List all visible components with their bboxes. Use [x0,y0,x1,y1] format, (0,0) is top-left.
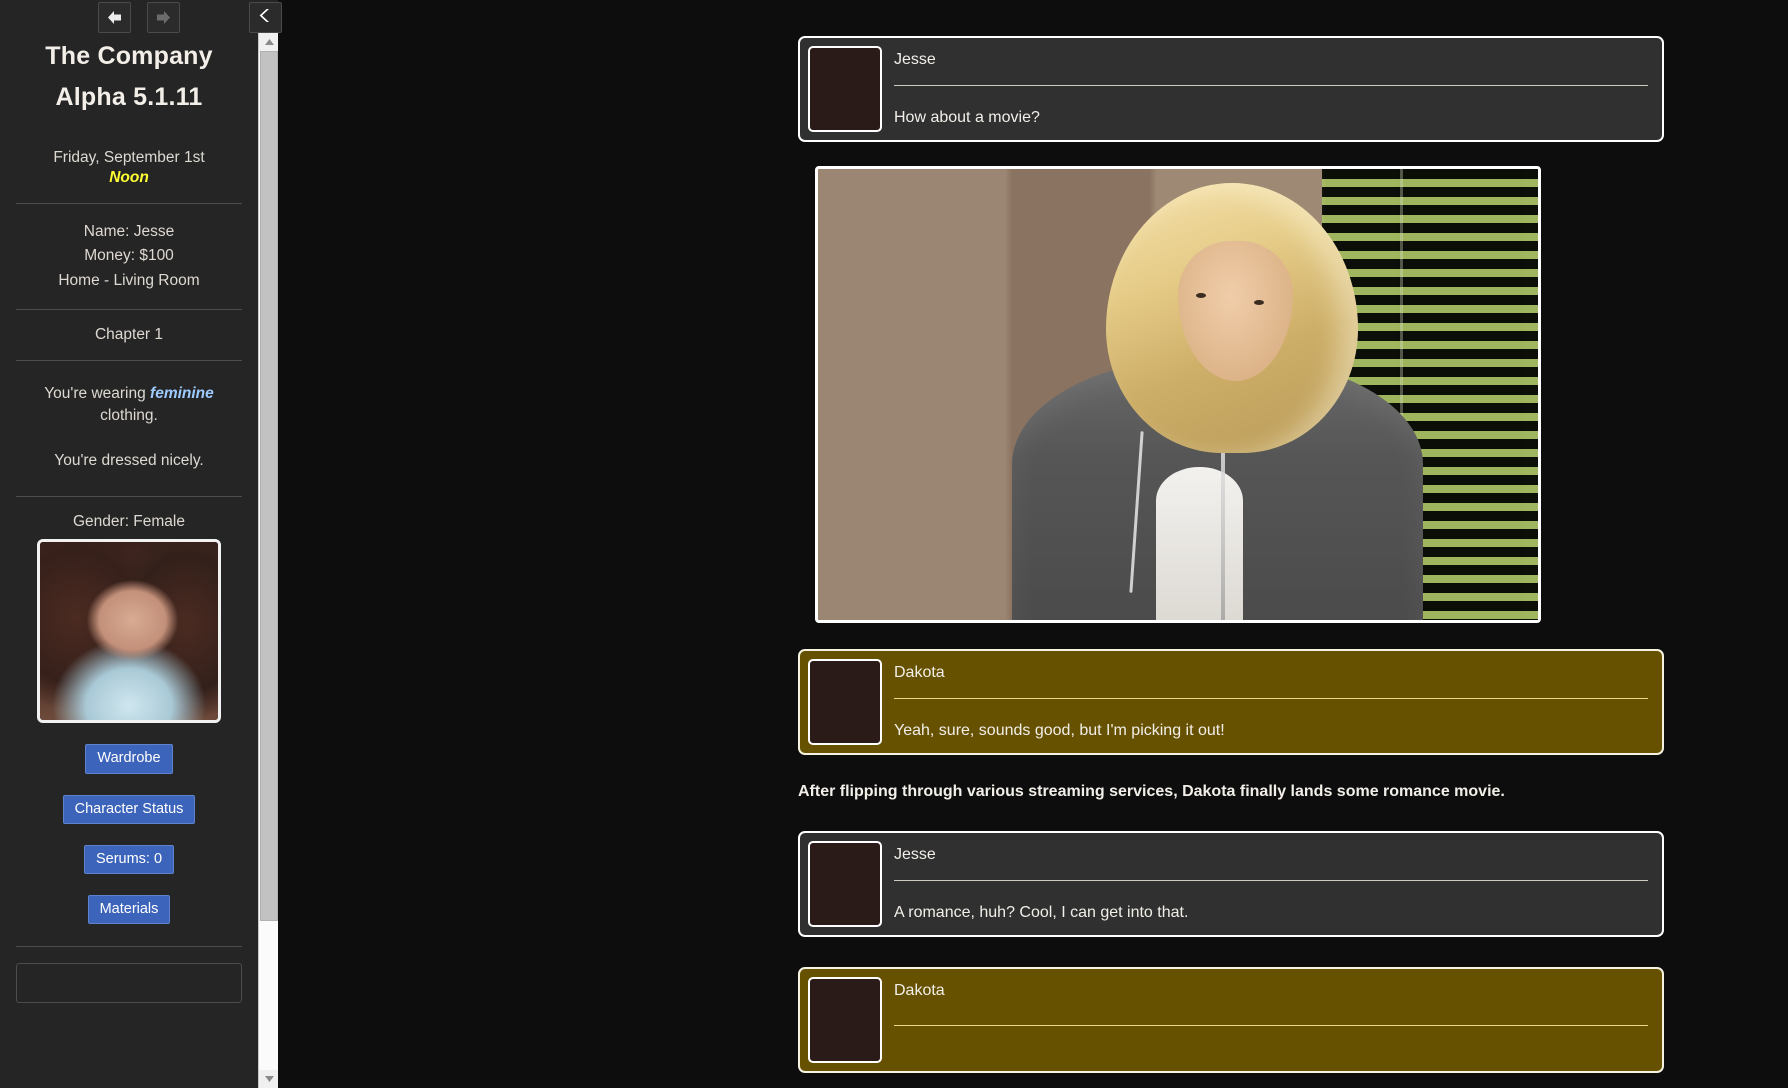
message-text: Yeah, sure, sounds good, but I'm picking… [894,722,1225,739]
arrow-right-icon [154,9,173,26]
message-text: How about a movie? [894,109,1040,126]
arrow-left-icon [105,9,124,26]
message-body: Dakota Yeah, sure, sounds good, but I'm … [894,659,1654,745]
speaker-name: Dakota [894,982,945,999]
chevron-left-icon [257,7,274,29]
story-image [815,166,1541,623]
divider [16,360,242,362]
triangle-up-icon [264,33,275,51]
clothing-style: feminine [150,385,214,403]
collapse-sidebar-button[interactable] [249,2,282,33]
scene-shirt [1156,466,1243,620]
divider [16,203,242,204]
sidebar-navbar [0,0,278,33]
message-text: A romance, huh? Cool, I can get into tha… [894,904,1189,921]
speaker-name: Jesse [894,51,936,68]
in-game-date: Friday, September 1st [53,149,205,166]
player-money: Money: $100 [84,247,174,265]
player-portrait [37,539,221,724]
triangle-down-icon [264,1070,275,1088]
story-stream: Jesse How about a movie? Dakota Yeah, su… [278,0,1788,1073]
divider [16,945,242,947]
message-bubble-jesse[interactable]: Jesse How about a movie? [798,36,1664,142]
story-panel: Jesse How about a movie? Dakota Yeah, su… [278,0,1788,1088]
gender-label: Gender: Female [73,513,185,531]
sidebar-content: The Company Alpha 5.1.11 Friday, Septemb… [0,33,258,1088]
divider [16,309,242,311]
scroll-down-button[interactable] [259,1070,279,1088]
scene-eye-left [1196,293,1206,299]
avatar [808,977,882,1063]
materials-button[interactable]: Materials [87,894,171,924]
divider [894,84,1648,86]
avatar [808,46,882,132]
chapter-label: Chapter 1 [94,326,164,344]
message-bubble-dakota[interactable]: Dakota Yeah, sure, sounds good, but I'm … [798,649,1664,755]
scroll-up-button[interactable] [259,33,279,51]
message-bubble-dakota[interactable]: Dakota [798,967,1664,1073]
game-title-line-2: Alpha 5.1.11 [55,82,203,111]
message-text [894,1041,1648,1063]
message-body: Jesse A romance, huh? Cool, I can get in… [894,841,1654,927]
character-status-button[interactable]: Character Status [62,794,196,824]
sidebar: The Company Alpha 5.1.11 Friday, Septemb… [0,0,282,1088]
divider [894,697,1648,699]
wardrobe-button[interactable]: Wardrobe [85,744,173,774]
clothing-prefix: You're wearing [44,385,151,403]
scene-eye-right [1253,299,1264,305]
speaker-name: Jesse [894,846,936,863]
clothing-suffix: clothing. [100,407,158,425]
dressed-status: You're dressed nicely. [54,452,204,470]
avatar [808,841,882,927]
clothing-status: You're wearing feminine clothing. [0,377,258,427]
scrollbar-thumb[interactable] [260,51,278,921]
sidebar-scrollbar[interactable] [258,33,279,1088]
divider [16,496,242,498]
forward-button[interactable] [147,2,180,33]
sidebar-extra-panel [16,962,242,1003]
jesse-portrait-image [40,542,218,721]
scene-zipper [1221,439,1226,620]
narration-text: After flipping through various streaming… [798,783,1505,800]
player-location: Home - Living Room [58,271,200,289]
message-body: Dakota [894,977,1654,1063]
in-game-time: Noon [109,169,149,186]
player-name: Name: Jesse [83,223,175,240]
message-body: Jesse How about a movie? [894,46,1654,132]
avatar [808,659,882,745]
speaker-name: Dakota [894,664,945,681]
game-title-line-1: The Company [45,42,213,70]
game-window: The Company Alpha 5.1.11 Friday, Septemb… [0,0,1788,1088]
divider [894,1024,1648,1026]
back-button[interactable] [98,2,131,33]
message-bubble-jesse[interactable]: Jesse A romance, huh? Cool, I can get in… [798,831,1664,937]
divider [894,879,1648,881]
serums-button[interactable]: Serums: 0 [83,844,175,874]
